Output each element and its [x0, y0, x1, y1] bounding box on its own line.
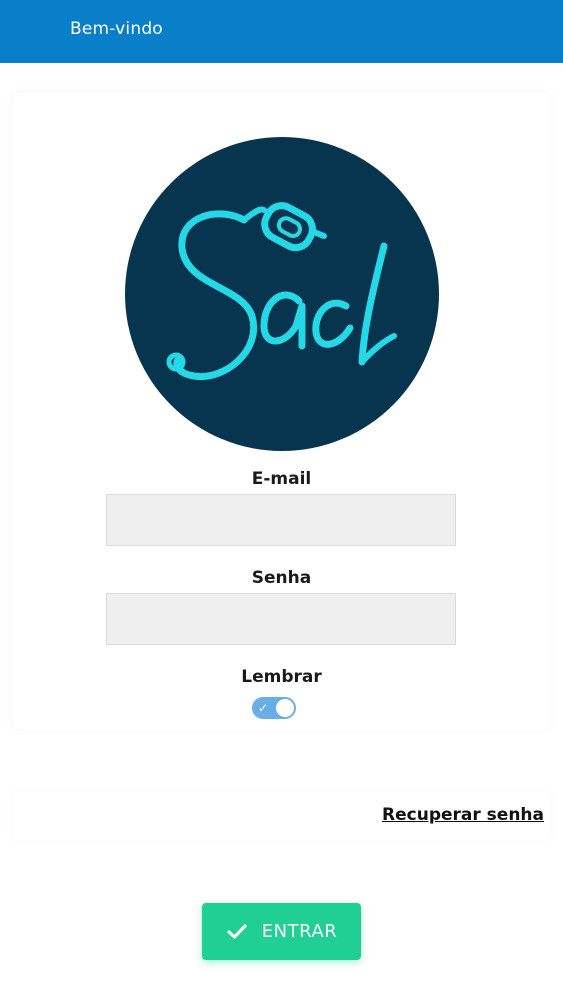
check-icon	[226, 921, 248, 943]
app-header: Bem-vindo	[0, 0, 563, 63]
recover-password-link[interactable]: Recuperar senha	[382, 805, 544, 825]
header-title: Bem-vindo	[70, 19, 163, 39]
password-input[interactable]	[106, 593, 456, 645]
enter-button-label: ENTRAR	[261, 921, 338, 942]
sad-logo	[125, 137, 439, 451]
enter-button[interactable]: ENTRAR	[202, 903, 361, 960]
remember-toggle[interactable]: ✓	[252, 697, 296, 719]
password-label: Senha	[251, 568, 312, 588]
email-label: E-mail	[251, 469, 312, 489]
check-icon: ✓	[258, 701, 269, 715]
email-input[interactable]	[106, 494, 456, 546]
remember-label: Lembrar	[241, 667, 322, 687]
toggle-knob	[276, 699, 294, 717]
